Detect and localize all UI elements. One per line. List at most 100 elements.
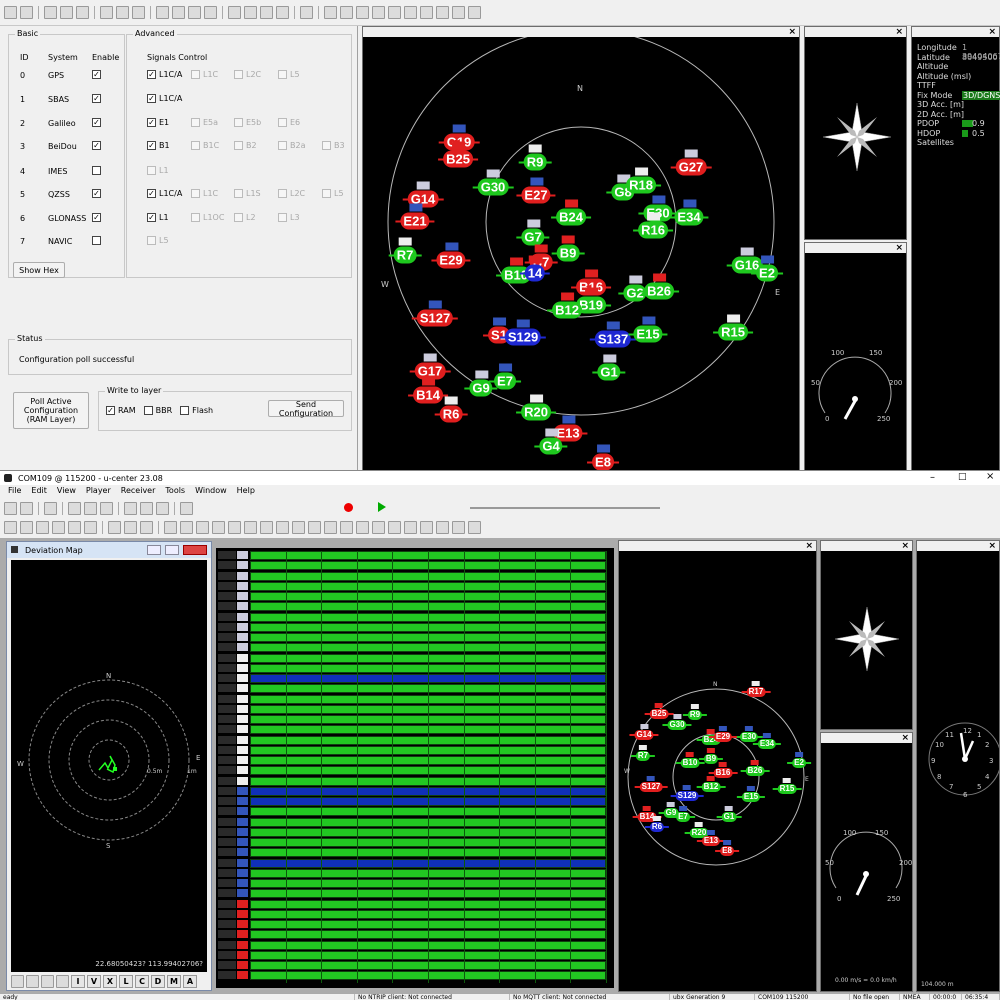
toolbar-button[interactable] bbox=[60, 6, 73, 19]
close-window-icon[interactable]: × bbox=[986, 471, 994, 482]
checkbox[interactable] bbox=[278, 189, 287, 198]
satellite-e8[interactable]: E8 bbox=[715, 840, 739, 856]
satellite-s127[interactable]: S127 bbox=[634, 776, 667, 792]
satellite-e2[interactable]: E2 bbox=[751, 255, 783, 282]
satellite-s127[interactable]: S127 bbox=[411, 300, 459, 327]
menu-window[interactable]: Window bbox=[195, 486, 227, 495]
toolbar-button[interactable] bbox=[452, 6, 465, 19]
toolbar-button[interactable] bbox=[356, 520, 369, 534]
close-icon[interactable]: × bbox=[805, 542, 813, 551]
signal-checkbox[interactable]: ✓ E1 bbox=[147, 118, 169, 127]
measure-icon[interactable] bbox=[41, 975, 54, 988]
satellite-b9[interactable]: B9 bbox=[698, 748, 724, 764]
layer-checkbox[interactable]: ✓ RAM bbox=[106, 406, 136, 415]
satellite-g14[interactable]: G14 bbox=[629, 724, 659, 740]
system-enable-checkbox[interactable]: ✓ bbox=[92, 118, 101, 127]
signal-checkbox[interactable]: L5 bbox=[322, 189, 344, 198]
satellite-g7[interactable]: G7 bbox=[516, 219, 551, 246]
satellite-r20[interactable]: R20 bbox=[516, 394, 556, 421]
minimize-icon[interactable]: – bbox=[930, 472, 935, 483]
satellite-g30[interactable]: G30 bbox=[472, 169, 513, 196]
checkbox[interactable] bbox=[180, 406, 190, 415]
system-enable-checkbox[interactable]: ✓ bbox=[92, 213, 101, 222]
signal-checkbox[interactable]: L1 bbox=[147, 166, 169, 175]
satellite-b26[interactable]: B26 bbox=[740, 760, 769, 776]
signal-checkbox[interactable]: ✓ L1 bbox=[147, 213, 169, 222]
signal-checkbox[interactable]: E5a bbox=[191, 118, 218, 127]
toolbar-button[interactable] bbox=[244, 520, 257, 534]
toolbar-button[interactable] bbox=[20, 520, 33, 534]
signal-checkbox[interactable]: L2C bbox=[278, 189, 305, 198]
toolbar-button[interactable] bbox=[292, 520, 305, 534]
toolbar-button[interactable] bbox=[420, 520, 433, 534]
satellite-g4[interactable]: G4 bbox=[534, 428, 569, 455]
satellite-e7[interactable]: E7 bbox=[671, 806, 695, 822]
satellite-e15[interactable]: E15 bbox=[628, 316, 668, 343]
maximize-icon[interactable]: □ bbox=[958, 472, 967, 482]
checkbox[interactable]: ✓ bbox=[147, 141, 156, 150]
pan-icon[interactable] bbox=[11, 975, 24, 988]
system-enable-checkbox[interactable]: ✓ bbox=[92, 189, 101, 198]
system-enable-checkbox[interactable]: ✓ bbox=[92, 94, 101, 103]
satellite-g1[interactable]: G1 bbox=[716, 806, 741, 822]
menu-file[interactable]: File bbox=[8, 486, 21, 495]
toolbar-button[interactable] bbox=[300, 6, 313, 19]
signal-checkbox[interactable]: ✓ B1 bbox=[147, 141, 170, 150]
toolbar-button[interactable] bbox=[340, 6, 353, 19]
satellite-e27[interactable]: E27 bbox=[516, 177, 556, 204]
toolbar-button[interactable] bbox=[76, 6, 89, 19]
signal-checkbox[interactable]: L2 bbox=[234, 213, 256, 222]
toolbar-button[interactable] bbox=[204, 6, 217, 19]
toolbar-button[interactable] bbox=[116, 6, 129, 19]
deviation-button-i[interactable]: I bbox=[71, 975, 85, 988]
checkbox[interactable] bbox=[322, 189, 331, 198]
menu-receiver[interactable]: Receiver bbox=[121, 486, 156, 495]
deviation-button-x[interactable]: X bbox=[103, 975, 117, 988]
menu-edit[interactable]: Edit bbox=[31, 486, 47, 495]
poll-active-configuration-button[interactable]: Poll Active Configuration (RAM Layer) bbox=[13, 392, 89, 429]
satellite-e13[interactable]: E13 bbox=[696, 830, 726, 846]
toolbar-button[interactable] bbox=[340, 520, 353, 534]
layer-checkbox[interactable]: Flash bbox=[180, 406, 213, 415]
toolbar-button[interactable] bbox=[436, 520, 449, 534]
toolbar-button[interactable] bbox=[452, 520, 465, 534]
checkbox[interactable]: ✓ bbox=[147, 213, 156, 222]
toolbar-button[interactable] bbox=[52, 520, 65, 534]
close-icon[interactable]: × bbox=[988, 28, 996, 37]
satellite-b25[interactable]: B25 bbox=[438, 141, 478, 168]
checkbox[interactable] bbox=[322, 141, 331, 150]
checkbox[interactable] bbox=[143, 406, 153, 415]
close-icon[interactable]: × bbox=[988, 542, 996, 551]
send-configuration-button[interactable]: Send Configuration bbox=[268, 400, 344, 418]
satellite-g2[interactable]: G2 bbox=[618, 275, 653, 302]
toolbar-button[interactable] bbox=[436, 6, 449, 19]
satellite-b25[interactable]: B25 bbox=[644, 703, 673, 719]
toolbar-button[interactable] bbox=[468, 520, 481, 534]
signal-checkbox[interactable]: ✓ L1C/A bbox=[147, 94, 182, 103]
restore-icon[interactable] bbox=[165, 545, 179, 555]
close-icon[interactable]: × bbox=[901, 542, 909, 551]
checkbox[interactable]: ✓ bbox=[147, 118, 156, 127]
satellite-r7[interactable]: R7 bbox=[630, 745, 656, 761]
toolbar-button[interactable] bbox=[20, 6, 33, 19]
signal-checkbox[interactable]: L5 bbox=[147, 236, 169, 245]
toolbar-button[interactable] bbox=[324, 6, 337, 19]
copy-icon[interactable] bbox=[156, 501, 169, 515]
satellite-e34[interactable]: E34 bbox=[669, 199, 709, 226]
satellite-b10[interactable]: B10 bbox=[675, 752, 704, 768]
play-icon[interactable] bbox=[378, 502, 386, 512]
satellite-r7[interactable]: R7 bbox=[388, 237, 421, 264]
toolbar-button[interactable] bbox=[172, 6, 185, 19]
record-icon[interactable] bbox=[344, 503, 353, 512]
close-icon[interactable]: × bbox=[895, 244, 903, 253]
signal-checkbox[interactable]: L3 bbox=[278, 213, 300, 222]
menu-help[interactable]: Help bbox=[237, 486, 255, 495]
checkbox[interactable]: ✓ bbox=[147, 189, 156, 198]
open-icon[interactable] bbox=[84, 501, 97, 515]
close-icon[interactable]: × bbox=[895, 28, 903, 37]
system-enable-checkbox[interactable] bbox=[92, 236, 101, 245]
checkbox[interactable] bbox=[191, 118, 200, 127]
toolbar-button[interactable] bbox=[188, 6, 201, 19]
toolbar-button[interactable] bbox=[324, 520, 337, 534]
toolbar-button[interactable] bbox=[372, 520, 385, 534]
